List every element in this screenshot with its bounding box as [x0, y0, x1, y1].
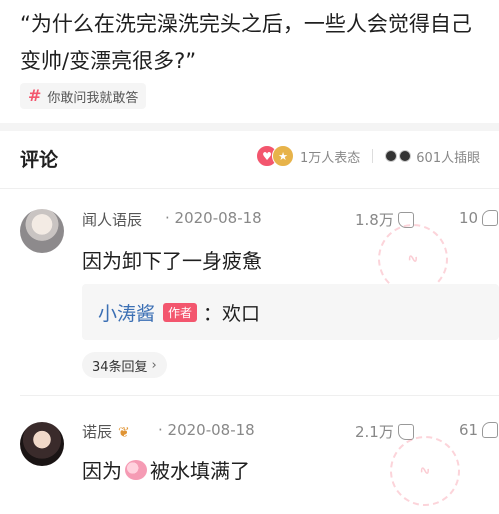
- comment-text: 因为 被水填满了: [82, 455, 250, 484]
- username-label: 诺辰: [82, 423, 113, 441]
- comment-text-after: 被水填满了: [150, 459, 250, 483]
- watching-count: 601人插眼: [416, 150, 481, 166]
- timestamp-value: 2020-08-18: [167, 421, 255, 439]
- dislike-button[interactable]: 61: [459, 421, 499, 439]
- chevron-right-icon: ›: [151, 357, 157, 373]
- hash-icon: #: [28, 86, 42, 105]
- brain-emoji-icon: [125, 459, 147, 480]
- more-replies-button[interactable]: 34条回复 ›: [82, 352, 167, 378]
- thumb-down-icon: [482, 422, 499, 438]
- comment-text-before: 因为: [82, 459, 122, 483]
- like-button[interactable]: 2.1万: [355, 421, 414, 442]
- dislike-button[interactable]: 10: [459, 209, 499, 227]
- thumb-down-icon: [482, 210, 499, 226]
- medal-react-icon: ★: [272, 145, 294, 167]
- dislike-count: 61: [459, 421, 479, 439]
- like-count: 2.1万: [355, 423, 394, 441]
- reactions-bar[interactable]: ♥ ★ 1万人表态 601人插眼: [256, 145, 480, 167]
- header-divider: [0, 188, 499, 189]
- reactions-divider: [372, 149, 374, 163]
- reactions-count: 1万人表态: [300, 150, 361, 166]
- topic-tag-label: 你敢问我就敢答: [47, 90, 139, 106]
- timestamp-value: 2020-08-18: [174, 209, 262, 227]
- thumb-up-icon: [397, 423, 414, 440]
- comments-title: 评论: [20, 149, 59, 171]
- comment-text: 因为卸下了一身疲惫: [82, 249, 262, 273]
- reply-text: ：欢口: [203, 302, 261, 325]
- comment-timestamp: · 2020-08-18: [165, 209, 262, 227]
- eyes-icon: [385, 150, 412, 162]
- comment-username[interactable]: 闻人语辰: [82, 209, 142, 230]
- reply-author-name[interactable]: 小涛酱: [98, 299, 155, 326]
- like-count: 1.8万: [355, 211, 394, 229]
- avatar[interactable]: [20, 422, 64, 466]
- avatar[interactable]: [20, 209, 64, 253]
- question-title: “为什么在洗完澡洗完头之后，一些人会觉得自己变帅/变漂亮很多?”: [20, 12, 472, 73]
- reply-preview[interactable]: 小涛酱 作者 ：欢口: [82, 284, 499, 340]
- section-divider: [0, 123, 499, 131]
- row-divider: [20, 395, 499, 396]
- dislike-count: 10: [459, 209, 479, 227]
- author-badge: 作者: [163, 302, 198, 322]
- comment-timestamp: · 2020-08-18: [158, 421, 255, 439]
- more-replies-label: 34条回复: [92, 359, 148, 375]
- leaf-icon: ❦: [118, 425, 130, 441]
- topic-tag[interactable]: # 你敢问我就敢答: [20, 83, 147, 109]
- comment-username[interactable]: 诺辰 ❦: [82, 421, 130, 442]
